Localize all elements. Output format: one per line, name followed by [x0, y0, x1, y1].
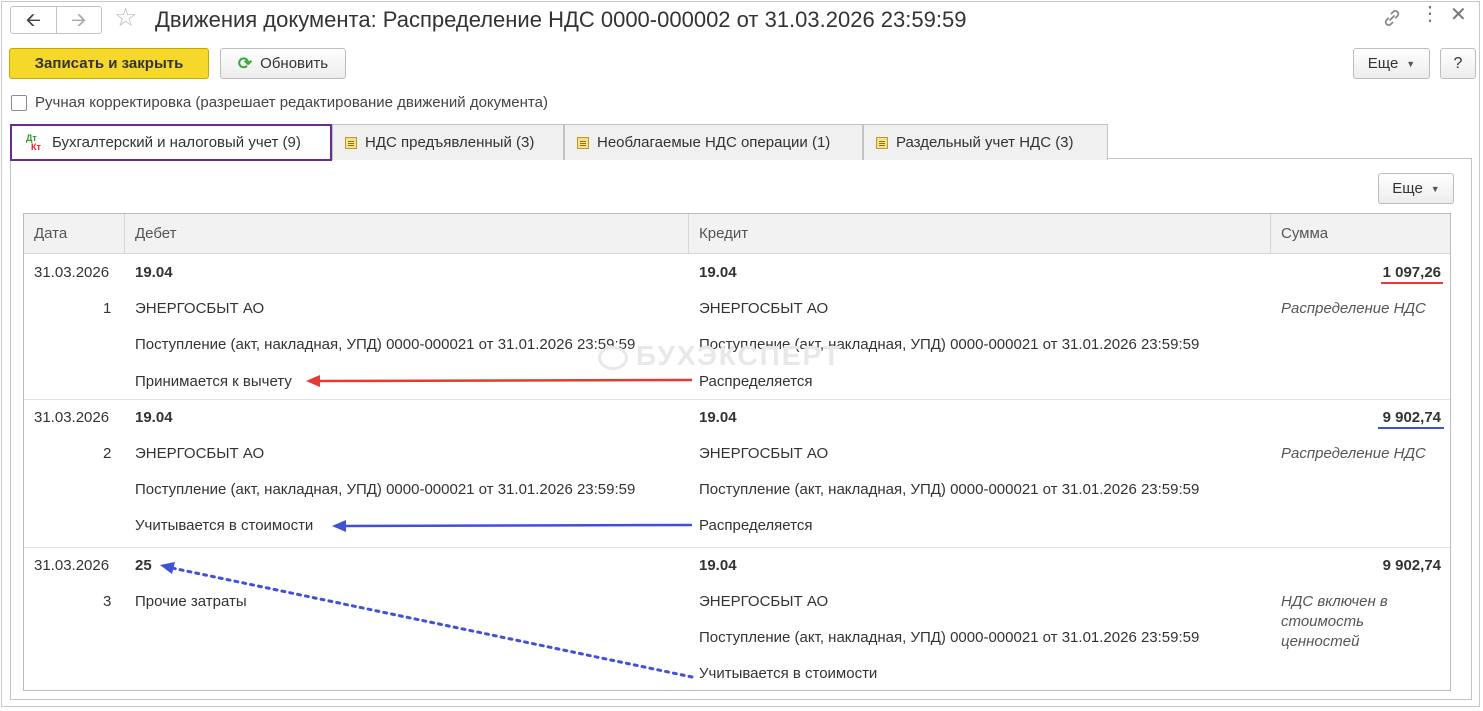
credit-subconto-2: Поступление (акт, накладная, УПД) 0000-0… — [699, 629, 1200, 646]
credit-subconto-3: Распределяется — [699, 517, 813, 534]
register-icon — [345, 136, 357, 149]
column-header-debit[interactable]: Дебет — [125, 214, 689, 253]
table-row[interactable]: 31.03.2026 3 25 Прочие затраты 19.04 ЭНЕ… — [24, 547, 1450, 690]
table-row[interactable]: 31.03.2026 2 19.04 ЭНЕРГОСБЫТ АО Поступл… — [24, 399, 1450, 548]
entry-content: Распределение НДС — [1281, 300, 1426, 317]
column-header-amount[interactable]: Сумма — [1271, 214, 1450, 253]
favorite-star-icon[interactable]: ☆ — [114, 4, 137, 30]
watermark-text: БУХЭКСПЕРТ — [636, 340, 842, 371]
entry-number: 1 — [103, 300, 112, 317]
debit-subconto-3: Учитывается в стоимости — [135, 517, 314, 534]
watermark-logo-icon — [598, 345, 628, 370]
forward-arrow-icon[interactable]: 🡪 — [57, 7, 102, 33]
manual-edit-checkbox[interactable] — [11, 94, 27, 111]
credit-account: 19.04 — [699, 264, 737, 281]
more-vertical-icon[interactable]: ⋮ — [1420, 4, 1440, 24]
back-arrow-icon[interactable]: 🡨 — [11, 7, 57, 33]
debit-subconto-1: ЭНЕРГОСБЫТ АО — [135, 445, 265, 462]
credit-account: 19.04 — [699, 409, 737, 426]
debit-subconto-1: ЭНЕРГОСБЫТ АО — [135, 300, 265, 317]
debit-account: 19.04 — [135, 264, 173, 281]
entries-table: Дата Дебет Кредит Сумма 31.03.2026 1 19.… — [23, 213, 1451, 691]
more-label: Еще — [1367, 55, 1399, 72]
tab-separate-vat[interactable]: Раздельный учет НДС (3) — [863, 124, 1108, 160]
tab-accounting[interactable]: Дт Кт Бухгалтерский и налоговый учет (9) — [10, 124, 332, 161]
refresh-icon: ⟳ — [237, 53, 253, 73]
entry-date: 31.03.2026 — [34, 264, 110, 281]
caret-down-icon: ▼ — [1430, 183, 1440, 194]
manual-edit-row: Ручная корректировка (разрешает редактир… — [11, 94, 548, 111]
history-nav: 🡨 🡪 — [10, 6, 102, 34]
debit-account: 19.04 — [135, 409, 173, 426]
tab-vat-presented[interactable]: НДС предъявленный (3) — [332, 124, 564, 160]
debit-subconto-3: Принимается к вычету — [135, 373, 292, 390]
table-row[interactable]: 31.03.2026 1 19.04 ЭНЕРГОСБЫТ АО Поступл… — [24, 254, 1450, 400]
debit-subconto-2: Поступление (акт, накладная, УПД) 0000-0… — [135, 481, 636, 498]
amount-highlight-underline — [1378, 427, 1444, 429]
entry-content-line-2: стоимость — [1281, 613, 1365, 630]
entry-number: 3 — [103, 593, 112, 610]
entry-amount: 9 902,74 — [1382, 409, 1441, 426]
link-icon[interactable] — [1382, 8, 1402, 33]
tab-non-taxable[interactable]: Необлагаемые НДС операции (1) — [564, 124, 863, 160]
entry-amount: 9 902,74 — [1382, 557, 1441, 574]
debit-subconto-1: Прочие затраты — [135, 593, 247, 610]
credit-subconto-2: Поступление (акт, накладная, УПД) 0000-0… — [699, 481, 1200, 498]
tab-label: Необлагаемые НДС операции (1) — [597, 134, 831, 151]
debit-credit-icon: Дт Кт — [26, 132, 41, 152]
credit-subconto-3: Распределяется — [699, 373, 813, 390]
tab-label: Раздельный учет НДС (3) — [896, 134, 1074, 151]
entry-number: 2 — [103, 445, 112, 462]
entry-amount: 1 097,26 — [1382, 264, 1441, 281]
credit-subconto-1: ЭНЕРГОСБЫТ АО — [699, 300, 829, 317]
tab-label: Бухгалтерский и налоговый учет (9) — [52, 134, 301, 151]
credit-account: 19.04 — [699, 557, 737, 574]
save-and-close-button[interactable]: Записать и закрыть — [9, 48, 209, 79]
entry-date: 31.03.2026 — [34, 557, 110, 574]
window-title: Движения документа: Распределение НДС 00… — [155, 7, 967, 32]
debit-subconto-2: Поступление (акт, накладная, УПД) 0000-0… — [135, 336, 636, 353]
refresh-button[interactable]: ⟳ Обновить — [220, 48, 346, 79]
manual-edit-label[interactable]: Ручная корректировка (разрешает редактир… — [35, 94, 548, 111]
table-more-menu-button[interactable]: Еще ▼ — [1378, 173, 1454, 204]
register-icon — [876, 136, 888, 149]
caret-down-icon: ▼ — [1406, 58, 1416, 69]
entry-content-line-3: ценностей — [1281, 633, 1360, 650]
more-label: Еще — [1392, 180, 1423, 197]
table-header: Дата Дебет Кредит Сумма — [24, 214, 1450, 254]
column-header-credit[interactable]: Кредит — [689, 214, 1271, 253]
debit-account: 25 — [135, 557, 152, 574]
credit-subconto-1: ЭНЕРГОСБЫТ АО — [699, 593, 829, 610]
amount-highlight-underline — [1381, 282, 1443, 284]
help-button[interactable]: ? — [1440, 48, 1476, 79]
column-header-date[interactable]: Дата — [24, 214, 125, 253]
more-menu-button[interactable]: Еще ▼ — [1353, 48, 1430, 79]
entry-content-line-1: НДС включен в — [1281, 593, 1388, 610]
entry-date: 31.03.2026 — [34, 409, 110, 426]
watermark: БУХЭКСПЕРТ — [598, 340, 842, 372]
credit-subconto-3: Учитывается в стоимости — [699, 665, 878, 682]
tab-label: НДС предъявленный (3) — [365, 134, 535, 151]
register-icon — [577, 136, 589, 149]
entry-content: Распределение НДС — [1281, 445, 1426, 462]
credit-subconto-1: ЭНЕРГОСБЫТ АО — [699, 445, 829, 462]
close-icon[interactable]: ✕ — [1450, 5, 1467, 25]
refresh-label: Обновить — [260, 55, 329, 72]
